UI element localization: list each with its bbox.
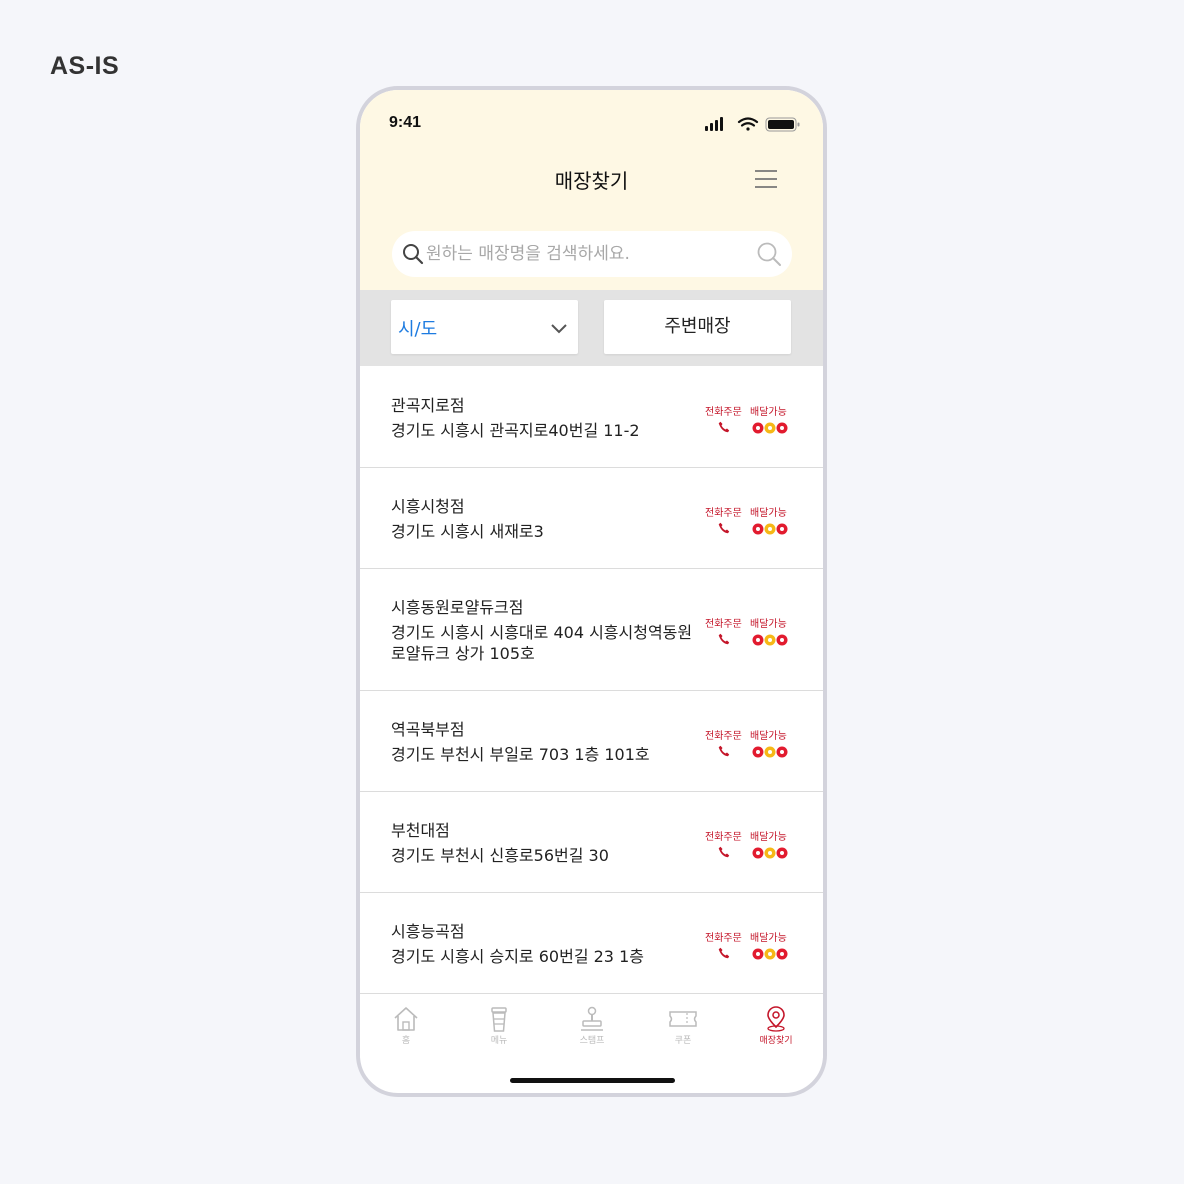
coupon-icon — [648, 1006, 718, 1032]
tab-home[interactable]: 홈 — [371, 1006, 441, 1046]
store-address: 경기도 시흥시 승지로 60번길 23 1층 — [391, 947, 644, 966]
store-name: 역곡북부점 — [391, 720, 465, 739]
search-icon — [402, 243, 424, 269]
filter-bar: 시/도 주변매장 — [360, 290, 823, 366]
tab-coupon[interactable]: 쿠폰 — [648, 1006, 718, 1046]
store-name: 부천대점 — [391, 821, 450, 840]
search-submit-icon[interactable] — [756, 241, 782, 271]
store-item[interactable]: 부천대점 경기도 부천시 신흥로56번길 30 전화주문 배달가능 — [360, 792, 823, 893]
phone-order-label: 전화주문 — [705, 731, 742, 742]
home-indicator — [510, 1078, 675, 1083]
status-time: 9:41 — [389, 114, 422, 131]
store-badges: 전화주문 배달가능 — [705, 828, 795, 862]
delivery-label: 배달가능 — [750, 731, 787, 742]
store-item[interactable]: 관곡지로점 경기도 시흥시 관곡지로40번길 11-2 전화주문 배달가능 — [360, 367, 823, 468]
phone-order-label: 전화주문 — [705, 832, 742, 843]
location-pin-icon — [741, 1006, 811, 1032]
delivery-label: 배달가능 — [750, 619, 787, 630]
tab-bar: 홈 메뉴 스탬프 쿠폰 매장찾기 — [360, 994, 823, 1058]
store-item[interactable]: 시흥시청점 경기도 시흥시 새재로3 전화주문 배달가능 — [360, 468, 823, 569]
tab-store-finder[interactable]: 매장찾기 — [741, 1006, 811, 1046]
delivery-label: 배달가능 — [750, 933, 787, 944]
store-name: 시흥동원로얄듀크점 — [391, 598, 524, 617]
store-badges: 전화주문 배달가능 — [705, 504, 795, 538]
store-address: 경기도 시흥시 시흥대로 404 시흥시청역동원로얄듀크 상가 105호 — [391, 623, 693, 663]
home-icon — [371, 1006, 441, 1032]
phone-icon[interactable] — [718, 630, 730, 649]
store-address: 경기도 시흥시 관곡지로40번길 11-2 — [391, 421, 640, 440]
store-name: 관곡지로점 — [391, 396, 465, 415]
store-badges: 전화주문 배달가능 — [705, 727, 795, 761]
tab-label: 매장찾기 — [759, 1036, 793, 1046]
tab-label: 스탬프 — [579, 1036, 605, 1046]
delivery-app-logo-icon — [752, 844, 788, 863]
nearby-stores-button[interactable]: 주변매장 — [604, 300, 791, 354]
tab-stamp[interactable]: 스탬프 — [557, 1006, 627, 1046]
delivery-label: 배달가능 — [750, 508, 787, 519]
delivery-app-logo-icon — [752, 520, 788, 539]
battery-icon — [765, 117, 800, 132]
phone-icon[interactable] — [718, 418, 730, 437]
delivery-app-logo-icon — [752, 945, 788, 964]
delivery-app-logo-icon — [752, 419, 788, 438]
phone-icon[interactable] — [718, 944, 730, 963]
store-name: 시흥능곡점 — [391, 922, 465, 941]
store-list: 관곡지로점 경기도 시흥시 관곡지로40번길 11-2 전화주문 배달가능 시흥… — [360, 367, 823, 994]
signal-icon — [705, 117, 723, 131]
store-item[interactable]: 시흥능곡점 경기도 시흥시 승지로 60번길 23 1층 전화주문 배달가능 — [360, 893, 823, 994]
region-select-label: 시/도 — [398, 319, 438, 340]
tab-label: 홈 — [401, 1036, 411, 1046]
tab-label: 메뉴 — [490, 1036, 508, 1046]
wifi-icon — [737, 117, 759, 131]
store-badges: 전화주문 배달가능 — [705, 403, 795, 437]
store-address: 경기도 부천시 신흥로56번길 30 — [391, 846, 609, 865]
chevron-down-icon — [550, 320, 568, 339]
delivery-label: 배달가능 — [750, 832, 787, 843]
region-select[interactable]: 시/도 — [391, 300, 578, 354]
phone-icon[interactable] — [718, 519, 730, 538]
delivery-app-logo-icon — [752, 631, 788, 650]
phone-order-label: 전화주문 — [705, 619, 742, 630]
status-icons — [705, 116, 801, 132]
cup-icon — [464, 1006, 534, 1032]
store-item[interactable]: 역곡북부점 경기도 부천시 부일로 703 1층 101호 전화주문 배달가능 — [360, 691, 823, 792]
hamburger-menu-icon[interactable] — [753, 168, 779, 190]
store-name: 시흥시청점 — [391, 497, 465, 516]
tab-label: 쿠폰 — [674, 1036, 692, 1046]
store-item[interactable]: 시흥동원로얄듀크점 경기도 시흥시 시흥대로 404 시흥시청역동원로얄듀크 상… — [360, 569, 823, 691]
phone-icon[interactable] — [718, 843, 730, 862]
search-input[interactable] — [426, 231, 746, 277]
store-address: 경기도 시흥시 새재로3 — [391, 522, 544, 541]
tab-menu[interactable]: 메뉴 — [464, 1006, 534, 1046]
phone-icon[interactable] — [718, 742, 730, 761]
store-badges: 전화주문 배달가능 — [705, 615, 795, 649]
as-is-label: AS-IS — [50, 52, 120, 80]
phone-order-label: 전화주문 — [705, 508, 742, 519]
store-address: 경기도 부천시 부일로 703 1층 101호 — [391, 745, 650, 764]
phone-order-label: 전화주문 — [705, 933, 742, 944]
delivery-app-logo-icon — [752, 743, 788, 762]
search-box — [392, 231, 792, 277]
header-area: 9:41 매장찾기 원하는 매장명을 검색하세요. — [360, 90, 823, 290]
stamp-icon — [557, 1006, 627, 1032]
delivery-label: 배달가능 — [750, 407, 787, 418]
phone-order-label: 전화주문 — [705, 407, 742, 418]
phone-frame: 9:41 매장찾기 원하는 매장명을 검색하세요. 시/도 주변매장 관곡지로점… — [356, 86, 827, 1097]
store-badges: 전화주문 배달가능 — [705, 929, 795, 963]
